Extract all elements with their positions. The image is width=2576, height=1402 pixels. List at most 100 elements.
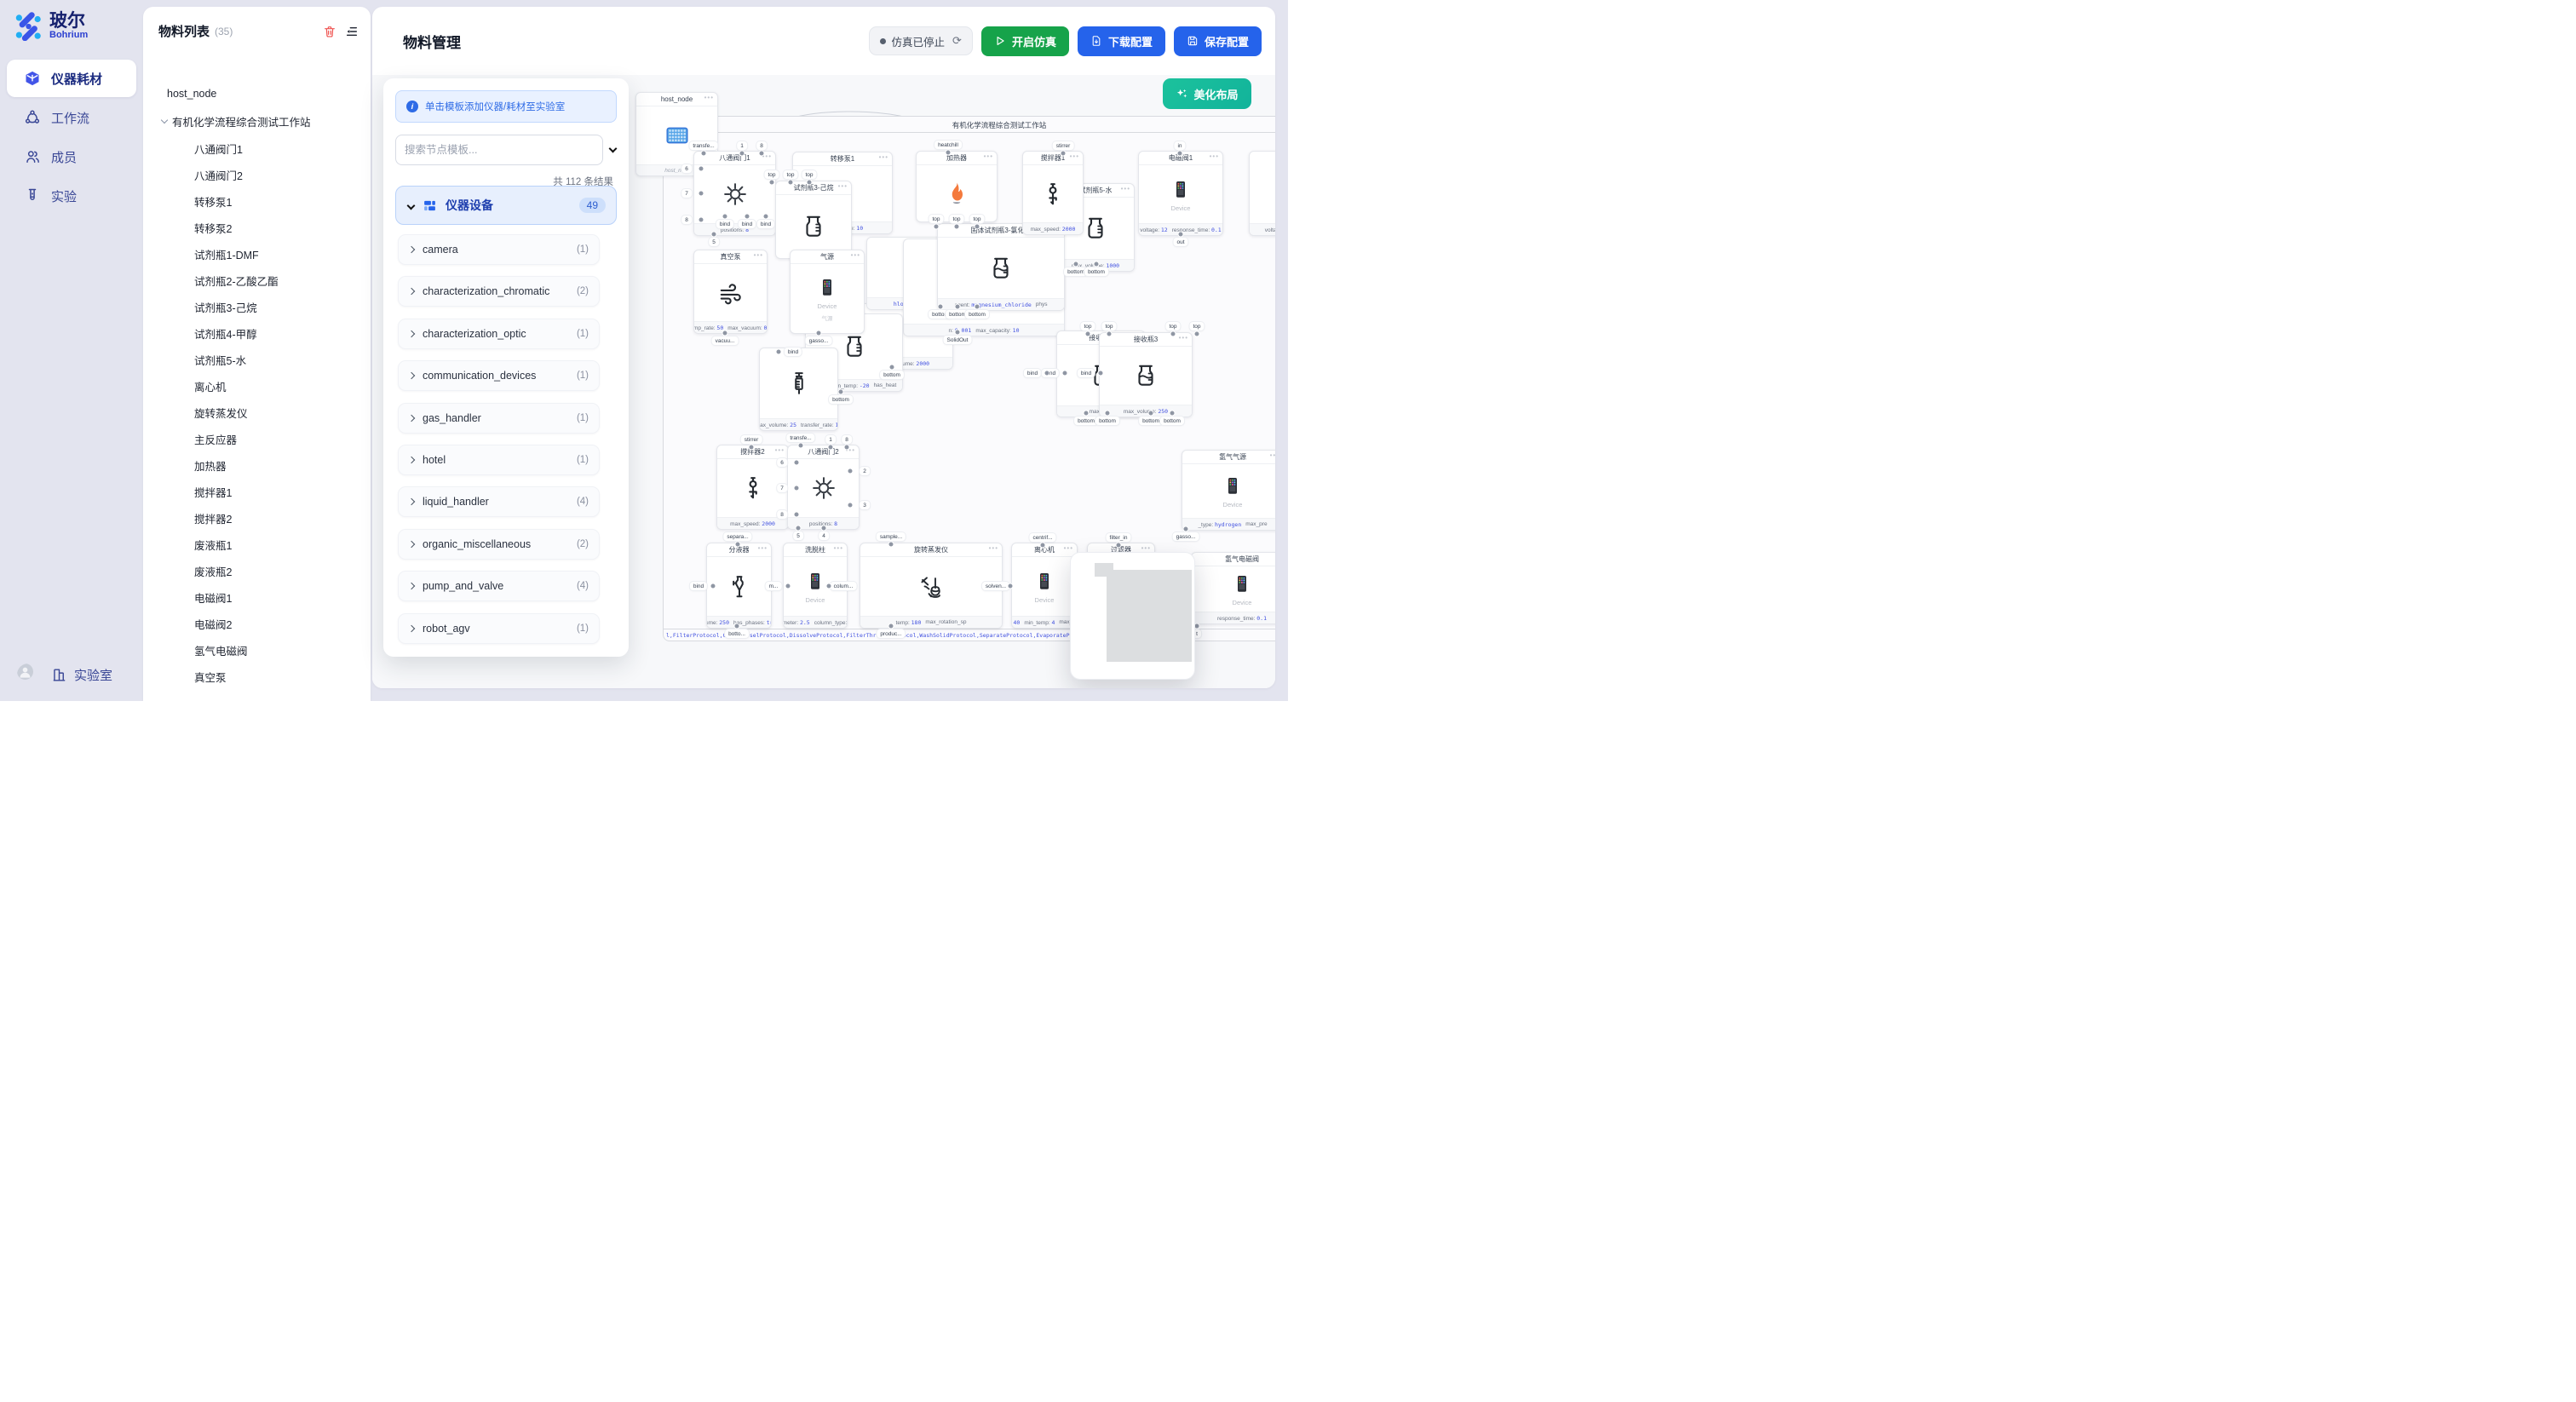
node-menu-icon[interactable]: •••: [1121, 185, 1130, 192]
node-menu-icon[interactable]: •••: [1141, 544, 1151, 552]
template-item-gas_handler[interactable]: gas_handler(1): [398, 403, 600, 434]
port-dot-icon: [955, 330, 961, 336]
node-menu-icon[interactable]: •••: [851, 251, 860, 259]
tree-item[interactable]: 废液瓶2: [143, 558, 371, 584]
tree-item[interactable]: 加热器: [143, 452, 371, 479]
search-input[interactable]: [395, 135, 603, 165]
node-menu-icon[interactable]: •••: [754, 251, 763, 259]
tree-item-workstation[interactable]: 有机化学流程综合测试工作站: [143, 106, 371, 135]
tree-item[interactable]: 搅拌器2: [143, 505, 371, 531]
node-menu-icon[interactable]: •••: [1270, 451, 1275, 459]
chevron-right-icon: [408, 288, 415, 295]
template-item-pump_and_valve[interactable]: pump_and_valve(4): [398, 571, 600, 601]
template-item-characterization_chromatic[interactable]: characterization_chromatic(2): [398, 276, 600, 307]
sidebar-item-workflow[interactable]: 工作流: [7, 99, 136, 136]
tree-item-host-node[interactable]: host_node: [143, 80, 371, 106]
tree-item[interactable]: 试剂瓶5-水: [143, 347, 371, 373]
start-simulation-button[interactable]: 开启仿真: [981, 26, 1069, 56]
port-dot-icon: [828, 445, 834, 451]
node-menu-icon[interactable]: •••: [879, 153, 888, 161]
tree-item[interactable]: 主反应器: [143, 426, 371, 452]
tree-item[interactable]: 转移泵1: [143, 188, 371, 215]
device-icon: [1229, 572, 1255, 597]
canvas-node-搅拌器1[interactable]: 搅拌器1•••max_speed: 2000: [1022, 151, 1084, 235]
port-chip-top: top: [1165, 322, 1180, 330]
beautify-layout-button[interactable]: 美化布局: [1163, 78, 1251, 109]
template-item-liquid_handler[interactable]: liquid_handler(4): [398, 486, 600, 517]
collapse-list-icon[interactable]: [345, 25, 359, 38]
funnel-icon: [727, 574, 752, 600]
simulation-status[interactable]: 仿真已停止 ⟳: [869, 26, 973, 55]
node-menu-icon[interactable]: •••: [989, 544, 998, 552]
template-item-hotel[interactable]: hotel(1): [398, 445, 600, 475]
tree-item[interactable]: 搅拌器1: [143, 479, 371, 505]
port-dot-icon: [711, 232, 717, 238]
sidebar-item-cube[interactable]: 仪器耗材: [7, 60, 136, 97]
node-menu-icon[interactable]: •••: [775, 446, 785, 454]
canvas-node-真空泵[interactable]: 真空泵•••pump_rate: 50max_vacuum: 0.1: [693, 250, 768, 334]
canvas-node-试剂瓶3-己烷[interactable]: 试剂瓶3-己烷•••: [775, 181, 852, 259]
node-menu-icon[interactable]: •••: [838, 182, 848, 190]
tree-item[interactable]: 氢气电磁阀: [143, 637, 371, 664]
canvas-node-旋转蒸发仪[interactable]: 旋转蒸发仪•••temp: 180max_rotation_sp: [860, 543, 1003, 629]
port-chip-8: 8: [756, 141, 767, 150]
sidebar-item-laboratory[interactable]: 实验室: [51, 666, 112, 684]
node-menu-icon[interactable]: •••: [1070, 152, 1079, 160]
tree-item[interactable]: 试剂瓶1-DMF: [143, 241, 371, 267]
tree-item[interactable]: 电磁阀1: [143, 584, 371, 611]
canvas-node-离心机[interactable]: 离心机•••Devicep: 40min_temp: 4max_spe: [1011, 543, 1078, 629]
canvas-node-固体试剂瓶3-氯化镁[interactable]: 固体试剂瓶3-氯化镁•••agent: magnesium_chlorideph…: [937, 223, 1065, 311]
members-icon: [24, 148, 41, 165]
canvas-node-card[interactable]: max_volume: 25transfer_rate: 10: [759, 348, 838, 431]
tree-item[interactable]: 试剂瓶3-己烷: [143, 294, 371, 320]
template-item-characterization_optic[interactable]: characterization_optic(1): [398, 319, 600, 349]
port-dot-icon: [788, 180, 794, 186]
port-dot-icon: [701, 151, 707, 157]
sidebar-item-experiment[interactable]: 实验: [7, 177, 136, 215]
download-config-button[interactable]: 下载配置: [1078, 26, 1165, 56]
node-menu-icon[interactable]: •••: [834, 544, 843, 552]
port-dot-icon: [749, 445, 755, 451]
canvas-node-氢气气源[interactable]: 氢气气源•••Device_type: hydrogenmax_pre: [1182, 450, 1275, 531]
template-item-robot_agv[interactable]: robot_agv(1): [398, 613, 600, 644]
template-item-camera[interactable]: camera(1): [398, 234, 600, 265]
save-config-button[interactable]: 保存配置: [1174, 26, 1262, 56]
tree-item[interactable]: 试剂瓶2-乙酸乙酯: [143, 267, 371, 294]
chevron-down-icon[interactable]: [609, 144, 618, 152]
tree-item[interactable]: 试剂瓶4-甲醇: [143, 320, 371, 347]
port-dot-icon: [699, 191, 704, 197]
save-icon: [1187, 35, 1199, 47]
sidebar-item-members[interactable]: 成员: [7, 138, 136, 175]
trash-icon[interactable]: [323, 25, 336, 38]
tree-item[interactable]: 八通阀门1: [143, 135, 371, 162]
tree-item[interactable]: 离心机: [143, 373, 371, 399]
port-chip-filter_in: filter_in: [1107, 533, 1131, 542]
template-item-communication_devices[interactable]: communication_devices(1): [398, 360, 600, 391]
tree-item[interactable]: 旋转蒸发仪: [143, 399, 371, 426]
material-list-title: 物料列表: [158, 22, 210, 40]
node-menu-icon[interactable]: •••: [1179, 334, 1188, 342]
refresh-icon[interactable]: ⟳: [952, 34, 962, 48]
category-instruments[interactable]: 仪器设备 49: [395, 186, 617, 225]
node-menu-icon[interactable]: •••: [984, 152, 993, 160]
canvas-node-分液器[interactable]: 分液器•••volume: 250has_phases: true: [706, 543, 772, 629]
node-menu-icon[interactable]: •••: [1210, 152, 1219, 160]
tree-item[interactable]: 废液瓶1: [143, 531, 371, 558]
avatar[interactable]: [17, 664, 39, 686]
canvas-node-电磁阀1[interactable]: 电磁阀1•••Devicevoltage: 12response_time: 0…: [1138, 151, 1223, 236]
tree-item[interactable]: 电磁阀2: [143, 611, 371, 637]
tree-item[interactable]: 真空泵: [143, 664, 371, 690]
node-menu-icon[interactable]: •••: [758, 544, 768, 552]
tree-item[interactable]: 转移泵2: [143, 215, 371, 241]
tree-item[interactable]: 八通阀门2: [143, 162, 371, 188]
canvas-node-card[interactable]: voltage: 12: [1249, 151, 1275, 236]
canvas-node-气源[interactable]: 气源•••Device气源: [790, 250, 865, 334]
node-menu-icon[interactable]: •••: [1064, 544, 1073, 552]
canvas-node-接收瓶3[interactable]: 接收瓶3•••max_volume: 250: [1099, 332, 1193, 417]
chevron-right-icon: [408, 415, 415, 422]
workflow-icon: [24, 109, 41, 126]
canvas-node-加热器[interactable]: 加热器•••: [916, 151, 998, 222]
template-item-organic_miscellaneous[interactable]: organic_miscellaneous(2): [398, 529, 600, 560]
node-menu-icon[interactable]: •••: [704, 94, 714, 101]
canvas-node-氢气电磁阀[interactable]: 氢气电磁阀•••Deviceresponse_time: 0.1: [1191, 552, 1275, 624]
